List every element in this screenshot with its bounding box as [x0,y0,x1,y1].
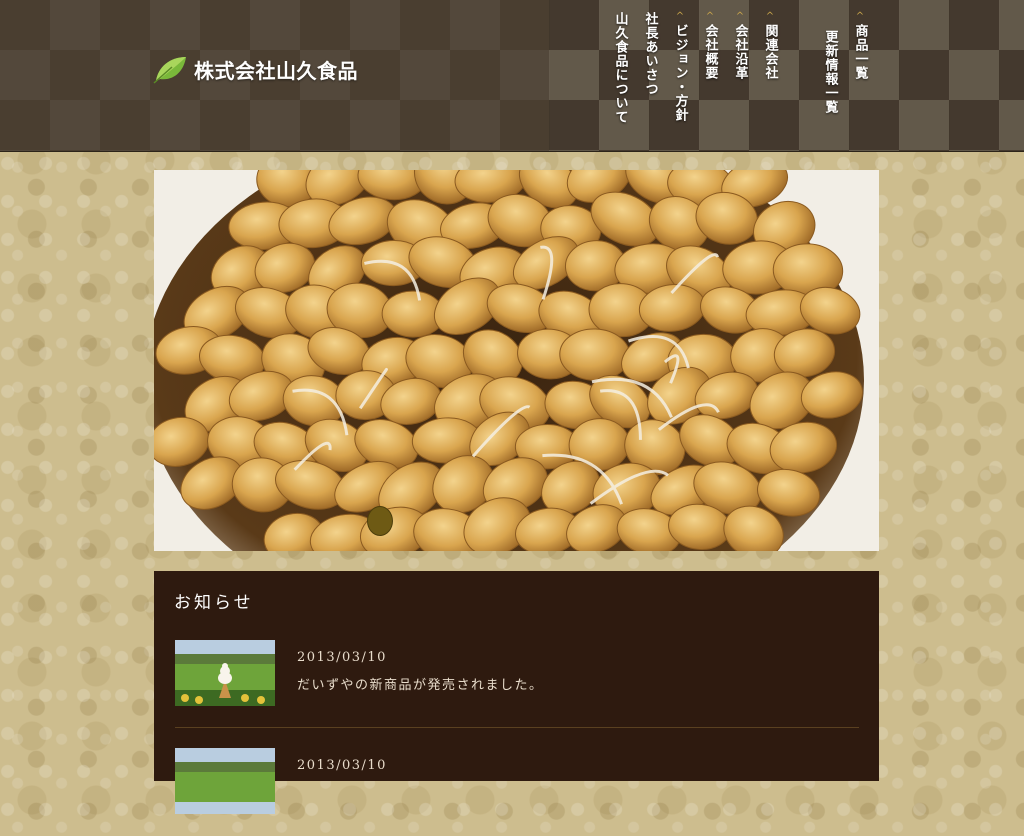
nav-overview[interactable]: ^ 会社概要 [699,11,721,81]
nav-about-label: 山久食品について [612,12,628,124]
nav-history-label: 会社沿革 [732,24,748,80]
site-logo-link[interactable]: 株式会社山久食品 [152,52,358,86]
park-soft-serve-image [175,748,275,814]
news-date: 2013/03/10 [297,758,387,773]
nav-affiliates[interactable]: ^ 関連会社 [759,11,781,81]
caret-icon: ^ [855,11,865,22]
nav-products-label: 商品一覧 [852,24,868,80]
caret-icon: ^ [675,11,685,22]
nav-greeting-label: 社長あいさつ [642,12,658,96]
news-heading: お知らせ [174,593,254,613]
nav-vision[interactable]: ^ ビジョン・方針 [669,11,691,123]
news-thumbnail[interactable] [175,748,275,814]
news-item[interactable]: 2013/03/10 だいずやの新商品が発売されました。 [175,640,859,728]
news-divider [175,727,859,728]
news-text[interactable]: だいずやの新商品が発売されました。 [297,674,544,693]
caret-icon: ^ [705,11,715,22]
nav-overview-label: 会社概要 [702,24,718,80]
news-section: お知らせ 2013/03/10 だいずやの新商品が発売されました。 2013/0… [154,571,879,814]
nav-history[interactable]: ^ 会社沿革 [729,11,751,81]
company-name: 株式会社山久食品 [194,58,358,83]
news-thumbnail[interactable] [175,640,275,706]
nav-affiliates-label: 関連会社 [762,24,778,80]
caret-icon: ^ [765,11,775,22]
nav-products[interactable]: ^ 商品一覧 [849,11,871,81]
nav-updates-label: 更新情報一覧 [822,30,838,114]
hero-slideshow [154,170,879,551]
leaf-icon [153,57,186,84]
natto-beans-image [154,170,879,551]
nav-vision-label: ビジョン・方針 [672,24,688,122]
park-soft-serve-image [175,640,275,706]
nav-greeting[interactable]: 社長あいさつ [639,12,661,96]
news-date: 2013/03/10 [297,650,387,665]
nav-updates[interactable]: 更新情報一覧 [819,12,841,114]
nav-about[interactable]: 山久食品について [609,12,631,124]
news-item[interactable]: 2013/03/10 [175,748,859,836]
slide-indicator-dot[interactable] [367,506,393,536]
caret-icon: ^ [735,11,745,22]
site-header: 株式会社山久食品 山久食品について 社長あいさつ ^ ビジョン・方針 ^ 会社概… [0,0,1024,152]
